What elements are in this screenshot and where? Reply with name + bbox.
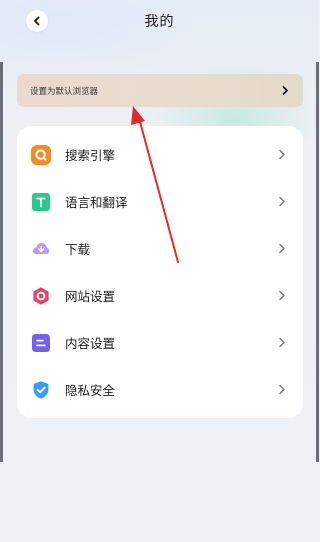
header: 我的: [0, 0, 319, 44]
website-settings-icon: [31, 286, 51, 306]
menu-item-label: 下载: [65, 242, 91, 257]
chevron-right-icon: [278, 337, 286, 348]
menu-item-language-translate[interactable]: 语言和翻译: [17, 178, 303, 225]
content-settings-icon: [31, 333, 51, 353]
translate-icon: [31, 192, 51, 212]
menu-item-label: 语言和翻译: [65, 195, 128, 210]
menu-item-website-settings[interactable]: 网站设置: [17, 272, 303, 319]
settings-menu-card: 搜索引擎 语言和翻译 下载 网站设置 内容设置 隐私安全: [17, 126, 303, 418]
edge-shadow: [0, 62, 3, 462]
menu-item-search-engine[interactable]: 搜索引擎: [17, 131, 303, 178]
download-icon: [31, 239, 51, 259]
chevron-right-icon: [278, 290, 286, 301]
menu-item-download[interactable]: 下载: [17, 225, 303, 272]
chevron-right-icon: [278, 149, 286, 160]
chevron-right-icon: [278, 243, 286, 254]
page-title: 我的: [144, 14, 175, 30]
banner-label: 设置为默认浏览器: [30, 86, 99, 97]
menu-item-content-settings[interactable]: 内容设置: [17, 319, 303, 366]
chevron-right-icon: [278, 384, 286, 395]
search-engine-icon: [31, 144, 51, 165]
menu-item-privacy-security[interactable]: 隐私安全: [17, 366, 303, 413]
menu-item-label: 搜索引擎: [65, 148, 116, 163]
menu-item-label: 网站设置: [65, 289, 116, 304]
menu-item-label: 隐私安全: [65, 383, 116, 398]
privacy-shield-icon: [31, 380, 51, 400]
chevron-right-icon: [278, 196, 286, 207]
chevron-right-icon: [281, 86, 289, 95]
edge-shadow: [316, 62, 319, 462]
settings-screen: 我的 设置为默认浏览器 搜索引擎 语言和翻译 下载 网站设置 内容设置 隐私安全: [0, 0, 319, 542]
menu-item-label: 内容设置: [65, 336, 116, 351]
set-default-browser-banner[interactable]: 设置为默认浏览器: [17, 74, 303, 107]
